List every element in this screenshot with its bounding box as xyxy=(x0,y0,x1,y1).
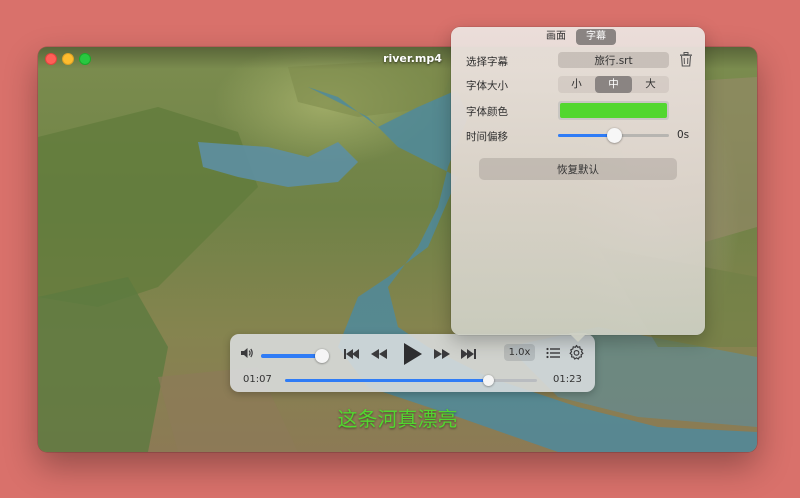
tab-picture[interactable]: 画面 xyxy=(536,29,576,45)
font-color-well[interactable] xyxy=(558,101,669,120)
time-offset-fill xyxy=(558,134,614,137)
skip-back-icon[interactable] xyxy=(343,347,361,361)
time-offset-knob[interactable] xyxy=(606,128,622,143)
font-size-label: 字体大小 xyxy=(466,80,508,92)
font-size-medium[interactable]: 中 xyxy=(595,76,632,93)
time-offset-value: 0s xyxy=(677,129,690,141)
control-bar: 1.0x 01:07 01:23 xyxy=(230,334,595,392)
font-color-swatch xyxy=(560,103,667,118)
popover-arrow xyxy=(569,333,587,342)
settings-tabs: 画面 字幕 xyxy=(536,29,616,45)
subtitle-settings-popover: 画面 字幕 选择字幕 旅行.srt 字体大小 小 中 大 字体颜色 时间偏移 0… xyxy=(451,27,705,342)
playback-speed-button[interactable]: 1.0x xyxy=(504,344,535,361)
progress-slider[interactable] xyxy=(285,375,537,386)
fast-forward-icon[interactable] xyxy=(433,347,451,361)
reset-defaults-button[interactable]: 恢复默认 xyxy=(479,158,677,180)
subtitle-file-button[interactable]: 旅行.srt xyxy=(558,52,669,68)
progress-knob[interactable] xyxy=(482,375,494,386)
duration-time: 01:23 xyxy=(553,374,582,385)
font-color-label: 字体颜色 xyxy=(466,106,508,118)
subtitle-file-label: 选择字幕 xyxy=(466,56,508,68)
skip-forward-icon[interactable] xyxy=(459,347,477,361)
volume-fill xyxy=(261,354,322,358)
current-time: 01:07 xyxy=(243,374,272,385)
progress-fill xyxy=(285,379,488,382)
list-icon[interactable] xyxy=(546,346,560,360)
time-offset-slider[interactable] xyxy=(558,128,669,143)
font-size-large[interactable]: 大 xyxy=(632,76,669,93)
speaker-icon[interactable] xyxy=(240,346,254,360)
volume-knob[interactable] xyxy=(314,349,329,363)
gear-icon[interactable] xyxy=(568,344,585,361)
time-offset-label: 时间偏移 xyxy=(466,131,508,143)
trash-icon[interactable] xyxy=(679,52,693,67)
tab-subtitles[interactable]: 字幕 xyxy=(576,29,616,45)
font-size-small[interactable]: 小 xyxy=(558,76,595,93)
font-size-selector: 小 中 大 xyxy=(558,76,669,93)
volume-slider[interactable] xyxy=(261,349,329,363)
rewind-icon[interactable] xyxy=(370,347,388,361)
subtitle-caption: 这条河真漂亮 xyxy=(337,407,458,431)
play-icon[interactable] xyxy=(401,342,423,366)
